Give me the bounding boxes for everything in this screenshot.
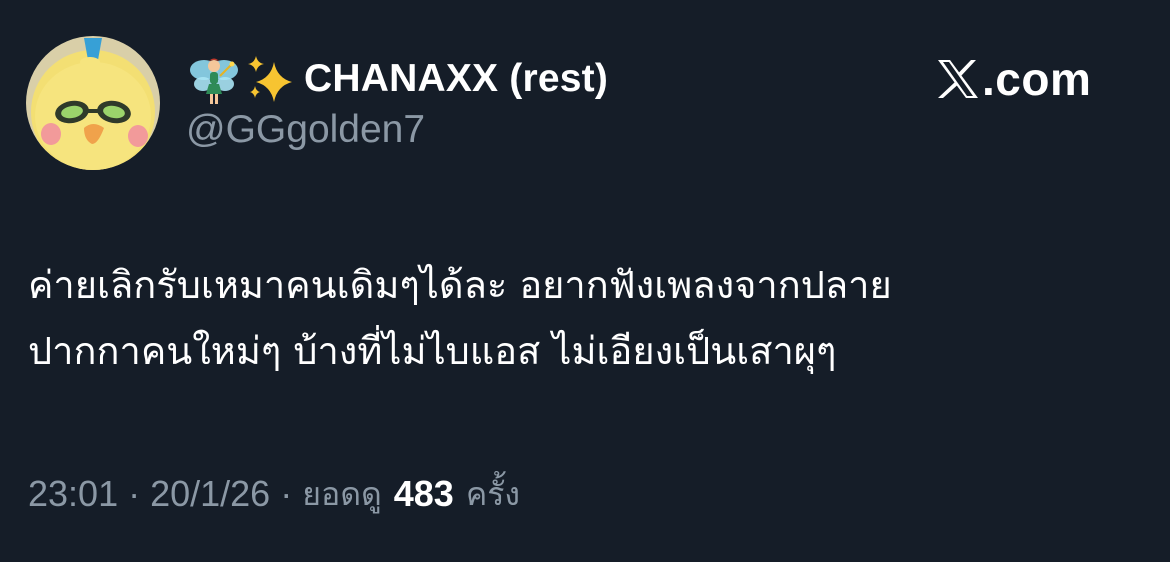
yellow-chick-avatar-icon	[26, 36, 160, 170]
display-name-text: CHANAXX (rest)	[304, 57, 609, 100]
tweet-text: ค่ายเลิกรับเหมาคนเดิมๆได้ละ อยากฟังเพลงจ…	[28, 252, 1148, 384]
tweet-meta: 23:01 · 20/1/26 · ยอดดู 483 ครั้ง	[28, 468, 520, 520]
brand-text: .com	[982, 53, 1092, 105]
separator: ·	[128, 473, 141, 514]
x-logo-icon	[936, 58, 980, 100]
user-handle[interactable]: @GGgolden7	[186, 108, 425, 152]
display-name[interactable]: CHANAXX (rest)	[186, 52, 608, 106]
tweet-time[interactable]: 23:01	[28, 473, 118, 515]
tweet-text-line: ค่ายเลิกรับเหมาคนเดิมๆได้ละ อยากฟังเพลงจ…	[28, 263, 892, 307]
separator: ·	[280, 473, 293, 514]
views-unit: ครั้ง	[465, 474, 521, 513]
tweet-date[interactable]: 20/1/26	[150, 473, 270, 515]
avatar[interactable]	[26, 36, 160, 170]
tweet-text-line: ปากกาคนใหม่ๆ บ้างที่ไม่ไบแอส ไม่เอียงเป็…	[28, 329, 837, 373]
fairy-icon	[186, 52, 242, 106]
brand-watermark: .com	[936, 53, 1092, 105]
sparkles-icon	[244, 52, 300, 106]
views-label: ยอดดู	[302, 474, 382, 513]
views-count[interactable]: 483	[394, 473, 454, 515]
tweet-card: CHANAXX (rest) @GGgolden7 .com ค่ายเลิกร…	[0, 0, 1170, 562]
